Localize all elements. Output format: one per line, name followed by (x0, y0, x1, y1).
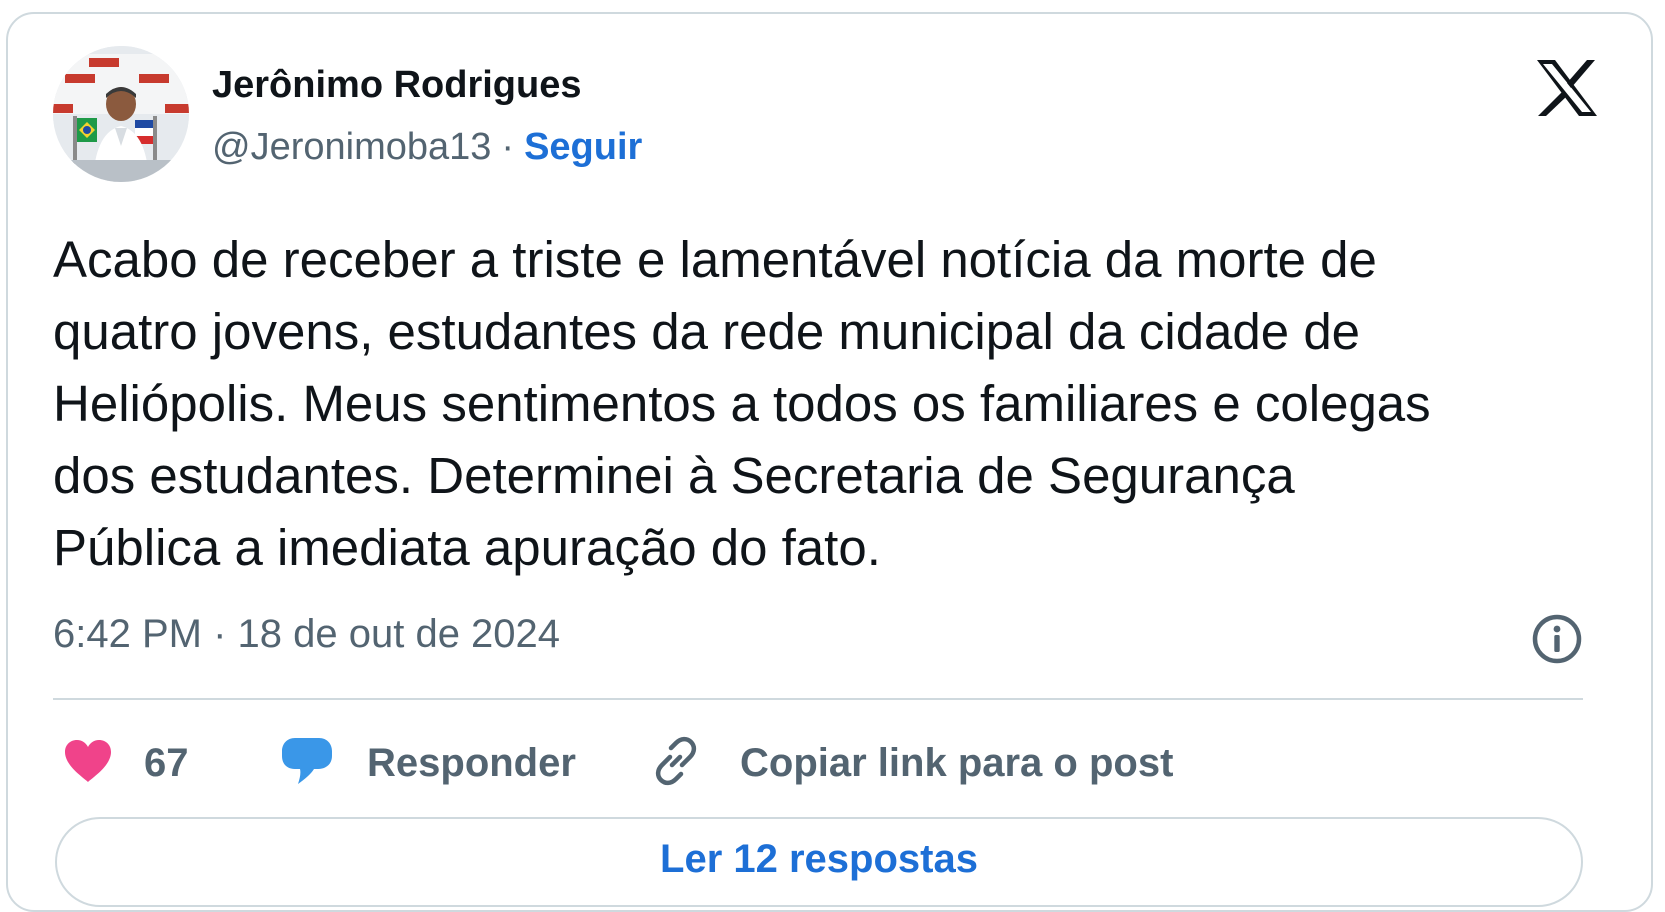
post-timestamp[interactable]: 6:42 PM · 18 de out de 2024 (53, 612, 560, 657)
handle-separator: · (501, 126, 515, 168)
author-handle-row: @Jeronimoba13 · Seguir (212, 126, 642, 169)
like-count: 67 (144, 740, 189, 785)
read-replies-label: Ler 12 respostas (660, 837, 978, 881)
copy-link-label: Copiar link para o post (740, 740, 1174, 785)
reply-button[interactable]: Responder (281, 735, 576, 791)
author-name[interactable]: Jerônimo Rodrigues (212, 64, 582, 107)
follow-button[interactable]: Seguir (524, 126, 642, 168)
copy-link-button[interactable]: Copiar link para o post (650, 735, 1173, 791)
info-icon[interactable] (1531, 613, 1583, 665)
heart-icon (64, 739, 112, 788)
author-handle[interactable]: @Jeronimoba13 (212, 126, 491, 168)
reply-label: Responder (367, 740, 576, 785)
divider (53, 698, 1583, 700)
post-text: Acabo de receber a triste e lamentável n… (53, 231, 1431, 576)
link-icon (650, 735, 702, 792)
like-button[interactable]: 67 (64, 735, 189, 791)
speech-bubble-icon (281, 736, 333, 791)
x-logo-icon[interactable] (1535, 58, 1599, 118)
read-replies-button[interactable]: Ler 12 respostas (55, 817, 1583, 907)
avatar[interactable] (53, 46, 189, 182)
